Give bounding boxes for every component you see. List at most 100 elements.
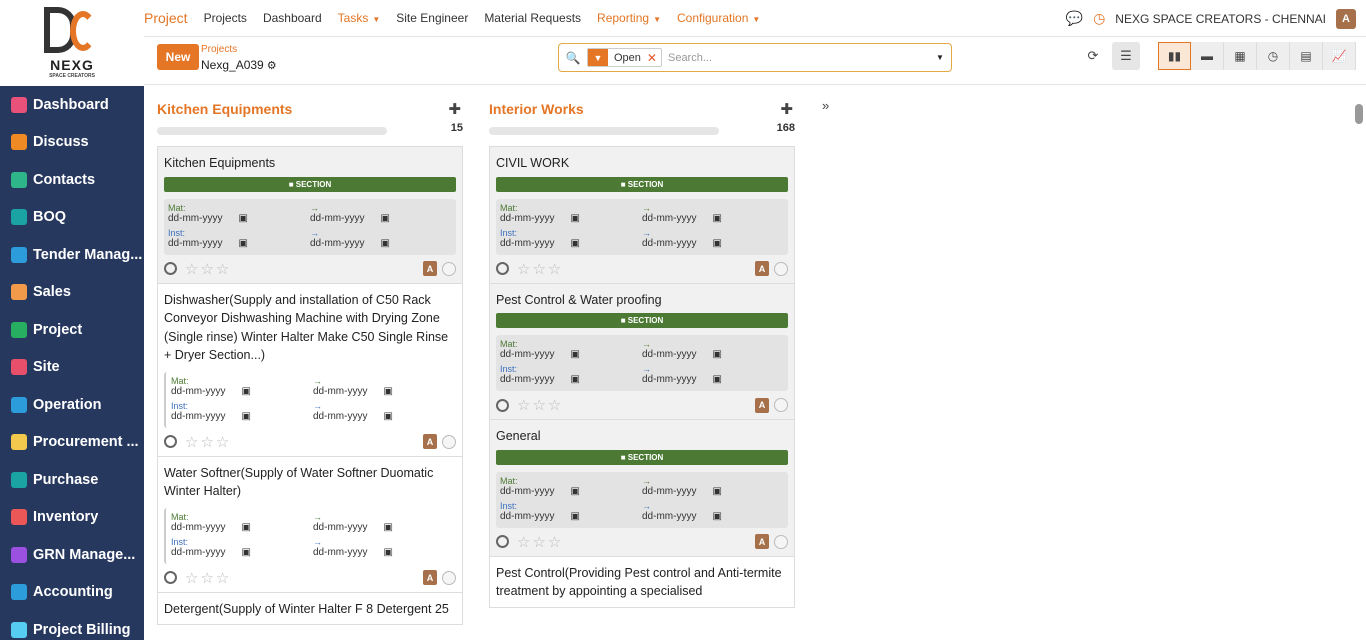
breadcrumb-parent[interactable]: Projects [201,44,237,55]
assignee-avatar[interactable]: A [755,534,769,549]
new-button[interactable]: New [157,44,199,70]
kanban-card[interactable]: Dishwasher(Supply and installation of C5… [157,283,463,457]
add-card-icon[interactable]: ✚ [780,100,793,118]
status-circle-icon[interactable] [442,261,456,276]
date-input[interactable]: dd-mm-yyyy ▣ [171,522,251,533]
star-icon[interactable]: ☆ [532,533,545,551]
kanban-view-button[interactable]: ▮▮ [1158,42,1191,70]
kanban-card[interactable]: Kitchen Equipments ■ SECTION Mat: dd-mm-yyy… [157,146,463,284]
kanban-card[interactable]: Pest Control & Water proofing ■ SECTION Ma… [489,283,795,420]
clock-icon[interactable] [496,398,509,412]
star-icon[interactable]: ☆ [185,433,198,451]
star-icon[interactable]: ☆ [185,260,198,278]
company-logo[interactable]: NEXG SPACE CREATORS [0,0,144,86]
pivot-view-button[interactable]: ▤ [1290,42,1323,70]
graph-view-button[interactable]: 📈 [1323,42,1356,70]
clock-icon[interactable] [164,435,177,448]
vertical-scrollbar[interactable] [1355,104,1363,124]
assignee-avatar[interactable]: A [423,570,437,585]
expand-columns-icon[interactable]: » [822,98,829,113]
assignee-avatar[interactable]: A [423,261,437,276]
clock-icon[interactable] [496,262,509,275]
chat-icon[interactable]: 💬 [1066,10,1083,27]
date-input[interactable]: dd-mm-yyyy ▣ [313,386,393,397]
star-icon[interactable]: ☆ [548,260,561,278]
menu-tasks[interactable]: Tasks ▼ [330,11,389,25]
date-input[interactable]: dd-mm-yyyy ▣ [642,238,722,249]
status-circle-icon[interactable] [442,434,456,449]
assignee-avatar[interactable]: A [755,397,769,413]
kanban-card[interactable]: Water Softner(Supply of Water Softner Du… [157,456,463,593]
menu-site-engineer[interactable]: Site Engineer [388,11,476,25]
kanban-card[interactable]: Detergent(Supply of Winter Halter F 8 De… [157,592,463,625]
sidebar-item-procurement[interactable]: Procurement ... [0,424,144,462]
star-icon[interactable]: ☆ [216,569,229,587]
star-icon[interactable]: ☆ [532,260,545,278]
date-input[interactable]: dd-mm-yyyy ▣ [310,213,390,224]
star-icon[interactable]: ☆ [200,433,213,451]
sidebar-item-operation[interactable]: Operation [0,386,144,424]
date-input[interactable]: dd-mm-yyyy ▣ [313,522,393,533]
sidebar-item-project-billing[interactable]: Project Billing [0,611,144,640]
column-title[interactable]: Interior Works [489,101,584,117]
sidebar-item-inventory[interactable]: Inventory [0,499,144,537]
sidebar-item-tender-manag[interactable]: Tender Manag... [0,236,144,274]
status-circle-icon[interactable] [774,261,788,276]
list-view-button[interactable]: ▬ [1191,42,1224,70]
date-input[interactable]: dd-mm-yyyy ▣ [500,511,580,522]
assignee-avatar[interactable]: A [755,261,769,276]
date-input[interactable]: dd-mm-yyyy ▣ [168,213,248,224]
kanban-card[interactable]: CIVIL WORK ■ SECTION Mat: dd-mm-yyyy ▣ → dd-mm… [489,146,795,284]
date-input[interactable]: dd-mm-yyyy ▣ [313,547,393,558]
date-input[interactable]: dd-mm-yyyy ▣ [500,349,580,360]
assignee-avatar[interactable]: A [423,434,437,449]
sidebar-item-grn-manage[interactable]: GRN Manage... [0,536,144,574]
sidebar-item-discuss[interactable]: Discuss [0,124,144,162]
remove-facet-icon[interactable]: ✕ [647,51,661,65]
date-input[interactable]: dd-mm-yyyy ▣ [168,238,248,249]
date-input[interactable]: dd-mm-yyyy ▣ [171,547,251,558]
date-input[interactable]: dd-mm-yyyy ▣ [171,411,251,422]
date-input[interactable]: dd-mm-yyyy ▣ [500,213,580,224]
sidebar-item-sales[interactable]: Sales [0,274,144,312]
star-icon[interactable]: ☆ [532,396,545,414]
settings-sliders-icon[interactable]: ☰ [1112,42,1140,70]
date-input[interactable]: dd-mm-yyyy ▣ [313,411,393,422]
date-input[interactable]: dd-mm-yyyy ▣ [642,213,722,224]
star-icon[interactable]: ☆ [200,260,213,278]
star-icon[interactable]: ☆ [517,396,530,414]
activity-icon[interactable]: ◷ [1093,10,1105,27]
clock-icon[interactable] [496,535,509,548]
app-title[interactable]: Project [144,10,196,26]
refresh-icon[interactable]: ⟳ [1079,42,1107,70]
user-avatar[interactable]: A [1336,8,1356,29]
sidebar-item-purchase[interactable]: Purchase [0,461,144,499]
star-icon[interactable]: ☆ [517,533,530,551]
search-dropdown-toggle[interactable]: ▼ [929,53,951,62]
star-icon[interactable]: ☆ [548,533,561,551]
star-icon[interactable]: ☆ [548,396,561,414]
menu-configuration[interactable]: Configuration ▼ [669,11,768,25]
menu-projects[interactable]: Projects [196,11,255,25]
sidebar-item-accounting[interactable]: Accounting [0,574,144,612]
sidebar-item-project[interactable]: Project [0,311,144,349]
status-circle-icon[interactable] [774,534,788,549]
status-circle-icon[interactable] [442,570,456,585]
activity-view-button[interactable]: ◷ [1257,42,1290,70]
sidebar-item-boq[interactable]: BOQ [0,199,144,237]
add-card-icon[interactable]: ✚ [448,100,461,118]
gear-icon[interactable]: ⚙ [267,60,277,72]
date-input[interactable]: dd-mm-yyyy ▣ [171,386,251,397]
calendar-view-button[interactable]: ▦ [1224,42,1257,70]
menu-dashboard[interactable]: Dashboard [255,11,330,25]
date-input[interactable]: dd-mm-yyyy ▣ [642,486,722,497]
clock-icon[interactable] [164,571,177,584]
search-input[interactable]: Search... [668,52,929,64]
date-input[interactable]: dd-mm-yyyy ▣ [642,374,722,385]
clock-icon[interactable] [164,262,177,275]
column-title[interactable]: Kitchen Equipments [157,101,292,117]
company-switcher[interactable]: NEXG SPACE CREATORS - CHENNAI [1115,12,1326,26]
star-icon[interactable]: ☆ [185,569,198,587]
date-input[interactable]: dd-mm-yyyy ▣ [500,486,580,497]
star-icon[interactable]: ☆ [216,260,229,278]
